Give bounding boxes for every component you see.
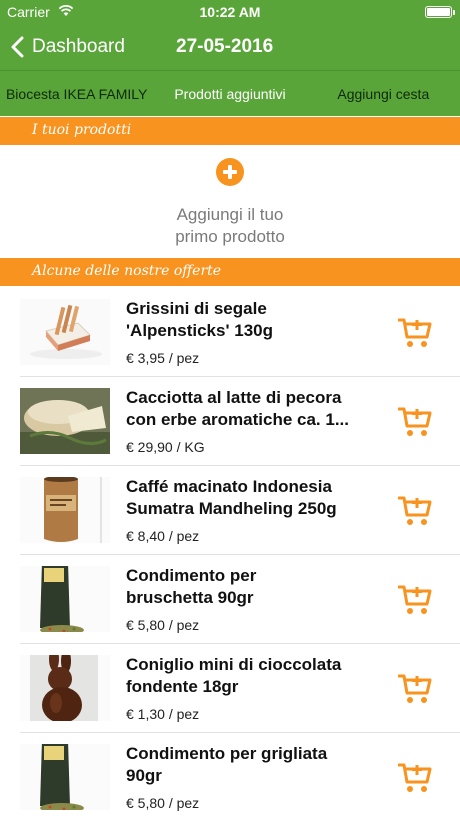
- product-image: [20, 655, 110, 721]
- product-price: € 29,90 / KG: [126, 439, 205, 455]
- product-price: € 3,95 / pez: [126, 350, 200, 366]
- battery-icon: [425, 6, 455, 18]
- list-item[interactable]: Condimento per bruschetta 90gr € 5,80 / …: [0, 555, 460, 644]
- product-image: [20, 299, 110, 365]
- product-price: € 1,30 / pez: [126, 706, 200, 722]
- back-button[interactable]: Dashboard: [10, 24, 125, 70]
- product-name-line-1: Grissini di segale: [126, 299, 267, 318]
- list-item[interactable]: Grissini di segale 'Alpensticks' 130g € …: [0, 288, 460, 377]
- tab-biocesta[interactable]: Biocesta IKEA FAMILY: [0, 71, 153, 116]
- product-name: Grissini di segale 'Alpensticks' 130g: [126, 298, 366, 342]
- product-image: [20, 388, 110, 454]
- product-name-line-1: Coniglio mini di cioccolata: [126, 655, 342, 674]
- section-header-my-products: I tuoi prodotti: [0, 117, 460, 145]
- product-name: Condimento per bruschetta 90gr: [126, 565, 366, 609]
- product-name-line-2: 'Alpensticks' 130g: [126, 321, 273, 340]
- tab-prodotti-aggiuntivi[interactable]: Prodotti aggiuntivi: [153, 71, 306, 116]
- tab-bar: Biocesta IKEA FAMILY Prodotti aggiuntivi…: [0, 70, 460, 116]
- empty-state: Aggiungi il tuo primo prodotto: [0, 146, 460, 258]
- product-name-line-2: bruschetta 90gr: [126, 588, 254, 607]
- add-to-cart-icon[interactable]: [398, 406, 432, 438]
- empty-state-text: Aggiungi il tuo primo prodotto: [0, 204, 460, 248]
- offers-list: Grissini di segale 'Alpensticks' 130g € …: [0, 288, 460, 818]
- status-bar: Carrier 10:22 AM: [0, 0, 460, 24]
- product-name-line-2: fondente 18gr: [126, 677, 239, 696]
- chevron-left-icon: [11, 36, 24, 58]
- navigation-bar: Dashboard 27-05-2016: [0, 24, 460, 70]
- product-name: Cacciotta al latte di pecora con erbe ar…: [126, 387, 366, 431]
- list-item[interactable]: Caffé macinato Indonesia Sumatra Mandhel…: [0, 466, 460, 555]
- back-button-label: Dashboard: [32, 36, 125, 57]
- product-name: Condimento per grigliata 90gr: [126, 743, 366, 787]
- add-to-cart-icon[interactable]: [398, 762, 432, 794]
- product-name: Coniglio mini di cioccolata fondente 18g…: [126, 654, 366, 698]
- empty-state-line-1: Aggiungi il tuo: [176, 205, 284, 224]
- add-product-button[interactable]: [216, 158, 244, 186]
- list-item[interactable]: Coniglio mini di cioccolata fondente 18g…: [0, 644, 460, 733]
- section-header-offers: Alcune delle nostre offerte: [0, 258, 460, 286]
- list-item[interactable]: Condimento per grigliata 90gr € 5,80 / p…: [0, 733, 460, 818]
- add-to-cart-icon[interactable]: [398, 317, 432, 349]
- add-to-cart-icon[interactable]: [398, 673, 432, 705]
- product-image: [20, 744, 110, 810]
- empty-state-line-2: primo prodotto: [175, 227, 285, 246]
- product-price: € 5,80 / pez: [126, 617, 200, 633]
- tab-aggiungi-cesta[interactable]: Aggiungi cesta: [307, 71, 460, 116]
- add-to-cart-icon[interactable]: [398, 584, 432, 616]
- add-to-cart-icon[interactable]: [398, 495, 432, 527]
- list-item[interactable]: Cacciotta al latte di pecora con erbe ar…: [0, 377, 460, 466]
- product-price: € 5,80 / pez: [126, 795, 200, 811]
- product-name-line-2: 90gr: [126, 766, 162, 785]
- product-price: € 8,40 / pez: [126, 528, 200, 544]
- product-name-line-2: Sumatra Mandheling 250g: [126, 499, 337, 518]
- product-image: [20, 566, 110, 632]
- product-name-line-1: Cacciotta al latte di pecora: [126, 388, 342, 407]
- product-name-line-1: Condimento per grigliata: [126, 744, 328, 763]
- clock: 10:22 AM: [199, 4, 261, 20]
- product-name: Caffé macinato Indonesia Sumatra Mandhel…: [126, 476, 366, 520]
- product-image: [20, 477, 110, 543]
- page-title: 27-05-2016: [176, 36, 274, 57]
- product-name-line-2: con erbe aromatiche ca. 1...: [126, 410, 349, 429]
- product-name-line-1: Caffé macinato Indonesia: [126, 477, 332, 496]
- product-name-line-1: Condimento per: [126, 566, 257, 585]
